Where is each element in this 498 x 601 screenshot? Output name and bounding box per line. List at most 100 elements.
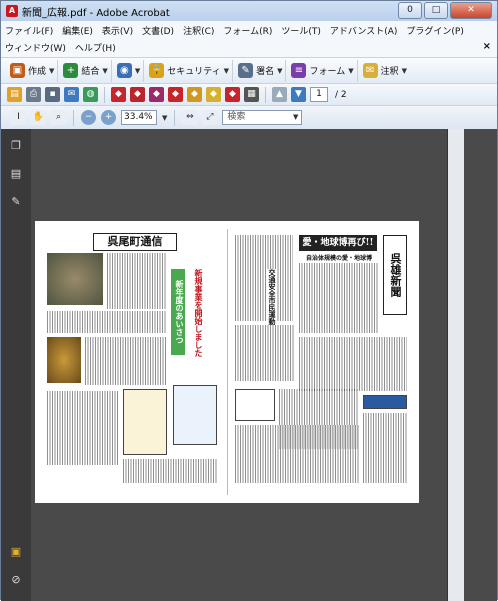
open-folder-icon[interactable]: ▤ [7, 87, 22, 102]
toolbar-divider [265, 86, 266, 103]
search-input[interactable]: 検索 ▼ [222, 110, 303, 125]
share-icon[interactable]: ◍ [83, 87, 98, 102]
menu-bar: ファイル(F) 編集(E) 表示(V) 文書(D) 注釈(C) フォーム(R) … [1, 21, 497, 57]
fit-page-icon[interactable]: ⤢ [202, 110, 218, 125]
menu-document[interactable]: 文書(D) [142, 24, 174, 37]
chevron-down-icon[interactable]: ▼ [162, 114, 167, 122]
maximize-button[interactable]: □ [424, 2, 448, 19]
comment-button[interactable]: ✉ 注釈 ▼ [360, 60, 410, 82]
next-page-icon[interactable]: ▼ [291, 87, 306, 102]
menu-edit[interactable]: 編集(E) [62, 24, 93, 37]
right-page: 愛・地球博再び!! 呉雄新聞 自治体規模の愛・地球博 交通安全市民運動 [233, 229, 411, 485]
menu-advanced[interactable]: アドバンスト(A) [330, 24, 397, 37]
create-icon: ▣ [10, 63, 25, 78]
article-text [235, 235, 293, 321]
attachments-panel-icon[interactable]: ⊘ [9, 573, 23, 589]
collaborate-icon: ◉ [116, 63, 132, 78]
sign-button[interactable]: ✎ 署名 ▼ [235, 59, 287, 82]
left-page: 呉尾町通信 新年度のあいさつ 新規事業を開始しました [43, 229, 221, 485]
table-box [235, 389, 275, 421]
close-window-button[interactable]: ✕ [450, 2, 492, 19]
chevron-down-icon: ▼ [277, 66, 283, 75]
toolbar-divider [73, 109, 74, 126]
select-text-icon[interactable]: I [11, 110, 26, 125]
forms-label: フォーム [309, 67, 346, 77]
news-photo [47, 253, 103, 305]
chevron-down-icon: ▼ [102, 66, 108, 75]
collaborate-button[interactable]: ◉ ▼ [114, 59, 145, 82]
zoom-tool-icon[interactable]: ⌕ [51, 110, 66, 125]
scrollbar-track[interactable] [448, 129, 464, 601]
menu-file[interactable]: ファイル(F) [5, 24, 53, 37]
right-page-banner: 愛・地球博再び!! [299, 235, 377, 251]
comments-panel-icon[interactable]: ▣ [9, 545, 23, 561]
fit-width-icon[interactable]: ⇔ [182, 110, 198, 125]
menu-comments[interactable]: 注釈(C) [183, 24, 214, 37]
combine-button[interactable]: + 結合 ▼ [60, 59, 112, 82]
menu-help[interactable]: ヘルプ(H) [75, 41, 116, 54]
article-text [85, 337, 167, 385]
menu-plugins[interactable]: プラグイン(P) [406, 24, 463, 37]
comment-icon: ✉ [362, 63, 378, 78]
pdf-tool-icon[interactable]: ◆ [149, 87, 164, 102]
previous-page-icon[interactable]: ▲ [272, 87, 287, 102]
security-label: セキュリティ [167, 67, 221, 77]
close-document-button[interactable]: × [483, 41, 491, 52]
pdf-export-icon[interactable]: ◆ [130, 87, 145, 102]
signatures-panel-icon[interactable]: ✎ [9, 195, 23, 211]
article-text [235, 325, 295, 381]
tasks-toolbar: ▣ 作成 ▼ + 結合 ▼ ◉ ▼ 🔒 セキュリティ ▼ ✎ 署名 ▼ ≡ フォ… [1, 57, 497, 83]
menu-window[interactable]: ウィンドウ(W) [5, 41, 66, 54]
title-bar: A 新聞_広報.pdf - Adobe Acrobat 0 □ ✕ [1, 1, 497, 21]
security-button[interactable]: 🔒 セキュリティ ▼ [146, 59, 234, 82]
search-placeholder: 検索 [227, 112, 246, 122]
document-view[interactable]: 呉尾町通信 新年度のあいさつ 新規事業を開始しました 愛・地球博再び!! 呉雄新… [31, 129, 447, 601]
comment-label: 注釈 [380, 67, 399, 77]
menu-view[interactable]: 表示(V) [102, 24, 133, 37]
pages-panel-icon[interactable]: ❐ [9, 139, 23, 155]
chevron-down-icon: ▼ [293, 113, 299, 121]
info-box [173, 385, 217, 445]
save-icon[interactable]: ▪ [45, 87, 60, 102]
vertical-headline: 交通安全市民運動 [267, 269, 277, 325]
article-text [299, 263, 379, 333]
chevron-down-icon: ▼ [223, 66, 230, 75]
print-icon[interactable]: ⎙ [26, 87, 41, 102]
sign-label: 署名 [256, 67, 275, 77]
article-text [363, 413, 407, 483]
green-vertical-headline: 新年度のあいさつ [171, 269, 185, 355]
vertical-scrollbar[interactable] [447, 129, 497, 601]
pdf-tool-icon[interactable]: ◆ [168, 87, 183, 102]
toolbar-divider [104, 86, 105, 103]
pdf-tool-icon[interactable]: ◆ [111, 87, 126, 102]
hand-tool-icon[interactable]: ✋ [31, 110, 46, 125]
chevron-down-icon: ▼ [348, 66, 354, 75]
zoom-in-icon[interactable]: + [101, 110, 116, 125]
page-divider [227, 229, 228, 495]
create-button[interactable]: ▣ 作成 ▼ [7, 59, 59, 82]
page-number-input[interactable]: 1 [310, 87, 328, 102]
menu-forms[interactable]: フォーム(R) [223, 24, 272, 37]
chevron-down-icon: ▼ [401, 66, 407, 75]
pdf-tool-icon[interactable]: ◆ [206, 87, 221, 102]
forms-button[interactable]: ≡ フォーム ▼ [288, 59, 358, 82]
calendar-icon[interactable]: ▦ [244, 87, 259, 102]
chevron-down-icon: ▼ [49, 66, 55, 75]
pdf-tool-icon[interactable]: ◆ [225, 87, 240, 102]
email-icon[interactable]: ✉ [64, 87, 79, 102]
notice-box [123, 389, 167, 455]
zoom-out-icon[interactable]: − [81, 110, 96, 125]
bookmarks-panel-icon[interactable]: ▤ [9, 167, 23, 183]
create-label: 作成 [28, 67, 47, 77]
pdf-tool-icon[interactable]: ◆ [187, 87, 202, 102]
window-title: 新聞_広報.pdf - Adobe Acrobat [22, 7, 170, 19]
zoom-level-input[interactable]: 33.4% [121, 110, 157, 125]
left-page-title: 呉尾町通信 [93, 233, 177, 251]
menu-tools[interactable]: ツール(T) [281, 24, 321, 37]
article-text [299, 337, 407, 391]
minimize-button[interactable]: 0 [398, 2, 422, 19]
article-text [123, 459, 217, 483]
acrobat-app-icon: A [6, 5, 18, 17]
form-icon: ≡ [291, 63, 307, 78]
article-text [47, 311, 167, 333]
